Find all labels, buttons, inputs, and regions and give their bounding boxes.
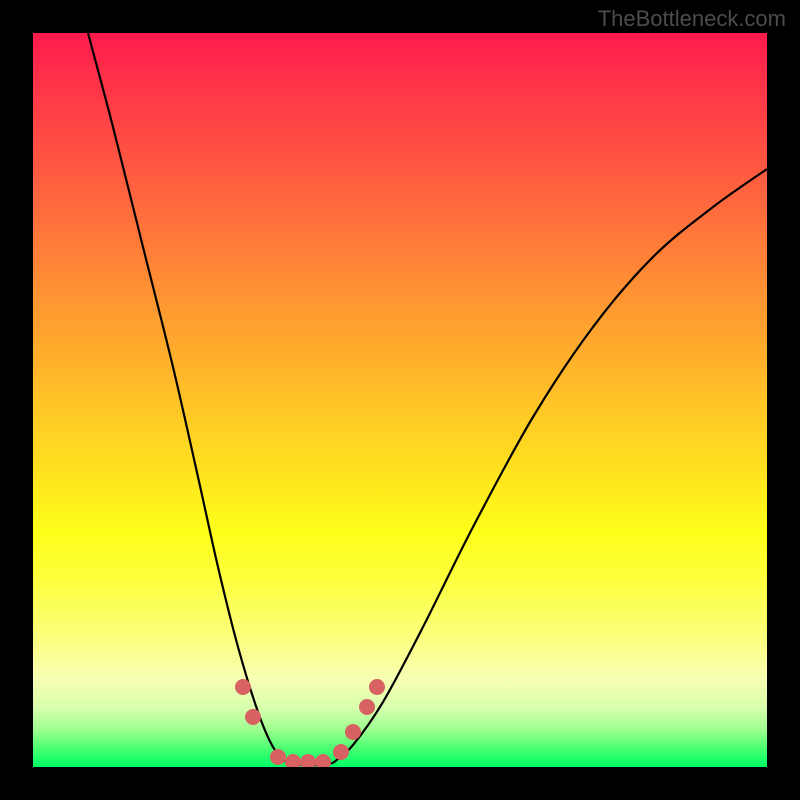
bottleneck-marker — [270, 749, 286, 765]
bottleneck-marker — [315, 754, 331, 767]
curve-group — [88, 33, 767, 765]
right-branch-curve — [333, 169, 767, 763]
bottleneck-marker — [359, 699, 375, 715]
bottleneck-marker — [235, 679, 251, 695]
chart-svg — [33, 33, 767, 767]
bottleneck-marker — [345, 724, 361, 740]
chart-frame: TheBottleneck.com — [0, 0, 800, 800]
marker-group — [235, 679, 385, 767]
bottleneck-marker — [245, 709, 261, 725]
watermark-text: TheBottleneck.com — [598, 6, 786, 32]
left-branch-curve — [88, 33, 287, 763]
bottleneck-marker — [369, 679, 385, 695]
bottleneck-marker — [333, 744, 349, 760]
plot-area — [33, 33, 767, 767]
bottleneck-marker — [285, 754, 301, 767]
bottleneck-marker — [300, 754, 316, 767]
